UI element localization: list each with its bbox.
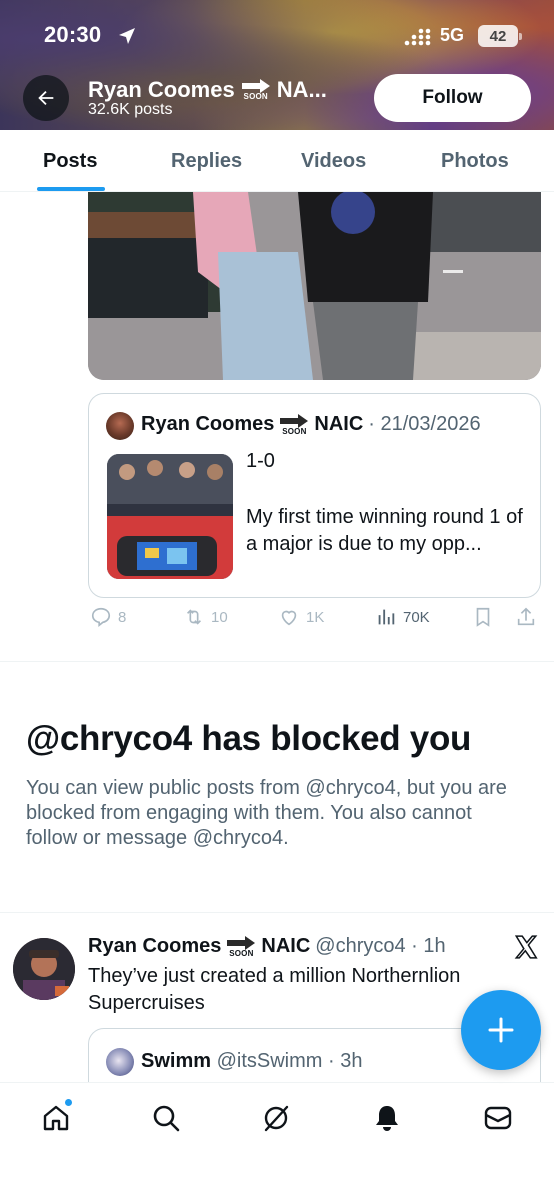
tab-replies[interactable]: Replies (171, 150, 242, 173)
share-icon (517, 607, 535, 626)
right-arrow-icon (227, 935, 256, 950)
repost-icon (186, 609, 202, 625)
post-action-bar: 8 10 1K 70K (88, 606, 541, 638)
post-handle-time: @chryco4 · 1h (315, 935, 446, 957)
blocked-title: @chryco4 has blocked you (26, 719, 472, 758)
bookmark-icon (476, 607, 490, 627)
post-count: 32.6K posts (88, 101, 173, 118)
arrow-left-icon (38, 90, 54, 106)
soon-arrow-emoji: SOON (279, 413, 309, 436)
nav-search[interactable] (149, 1101, 183, 1135)
soon-arrow-emoji: SOON (226, 935, 256, 958)
divider (0, 661, 554, 662)
nav-home[interactable] (39, 1098, 73, 1135)
avatar-illustration (13, 938, 75, 1000)
repost-count: 10 (211, 608, 228, 626)
quoted-author-suffix: NAIC (314, 413, 364, 435)
profile-name: Ryan Coomes SOON NA... (88, 77, 327, 103)
quoted-post-line1: 1-0 (246, 450, 275, 472)
quoted-post-date: · 21/03/2026 (368, 413, 481, 435)
profile-name-start: Ryan Coomes (88, 77, 235, 102)
quoted-post-thumbnail[interactable] (107, 454, 233, 579)
avatar[interactable] (106, 1048, 134, 1076)
follow-button[interactable]: Follow (374, 74, 531, 122)
reply-icon (91, 607, 111, 627)
reply-count: 8 (118, 608, 127, 626)
quoted-author-name: Ryan Coomes (141, 413, 275, 435)
view-count: 70K (403, 608, 430, 626)
profile-tabs: Posts Replies Videos Photos (0, 130, 554, 192)
tab-photos[interactable]: Photos (441, 150, 509, 173)
location-arrow-icon (119, 28, 135, 44)
quoted-post-text: My first time winning round 1 of a major… (246, 506, 523, 555)
search-icon (153, 1105, 180, 1132)
bookmark-button[interactable] (472, 606, 494, 628)
signal-icon (404, 28, 431, 46)
views-button[interactable]: 70K (375, 606, 430, 628)
nav-grok[interactable] (259, 1101, 293, 1135)
post-author-name[interactable]: Ryan Coomes (88, 935, 221, 958)
repost-button[interactable]: 10 (183, 606, 228, 628)
notifications-icon (376, 1106, 398, 1131)
heart-icon (281, 610, 297, 626)
quoted-handle-time: @itsSwimm · 3h (216, 1050, 363, 1072)
post-photo[interactable] (88, 192, 541, 380)
tab-posts[interactable]: Posts (43, 150, 97, 173)
x-logo-icon (514, 935, 538, 959)
blocked-description: You can view public posts from @chryco4,… (26, 777, 507, 849)
status-bar: 20:30 5G 42 (0, 22, 554, 52)
bottom-navigation (0, 1082, 554, 1200)
nav-messages[interactable] (481, 1101, 515, 1135)
like-count: 1K (306, 608, 325, 626)
compose-button[interactable] (461, 990, 541, 1070)
divider (0, 912, 554, 913)
post-header: Ryan Coomes SOON NAIC @chryco4 · 1h (88, 935, 446, 958)
like-button[interactable]: 1K (278, 606, 324, 628)
avatar[interactable] (106, 412, 134, 440)
reply-button[interactable]: 8 (90, 606, 126, 628)
soon-arrow-emoji: SOON (241, 79, 271, 101)
grok-icon (264, 1105, 289, 1132)
nav-notifications[interactable] (370, 1101, 404, 1135)
profile-name-end: NA... (276, 77, 327, 102)
photo-illustration (88, 192, 541, 380)
avatar[interactable] (13, 938, 75, 1000)
quoted-author-name: Swimm (141, 1050, 212, 1072)
thumbnail-illustration (107, 454, 233, 579)
tab-videos[interactable]: Videos (301, 150, 366, 173)
status-time: 20:30 (44, 22, 102, 47)
quoted-post-header: Ryan Coomes SOON NAIC · 21/03/2026 (141, 413, 481, 436)
share-button[interactable] (515, 606, 537, 628)
post-author-suffix: NAIC (261, 935, 311, 957)
battery-indicator: 42 (478, 25, 522, 47)
messages-icon (484, 1106, 512, 1130)
plus-icon (488, 1017, 514, 1043)
quoted-post-card[interactable]: Ryan Coomes SOON NAIC · 21/03/2026 1-0 M… (88, 393, 541, 598)
profile-header-banner: 20:30 5G 42 Ryan Coomes SOON NA... 32.6K… (0, 0, 554, 130)
active-tab-indicator (37, 187, 105, 191)
notification-dot (64, 1098, 73, 1107)
right-arrow-icon (241, 79, 270, 93)
views-icon (378, 609, 395, 625)
network-type: 5G (440, 25, 465, 45)
post-text: They’ve just created a million Northernl… (88, 965, 461, 1014)
quoted-post-header: Swimm @itsSwimm · 3h (141, 1050, 362, 1073)
back-button[interactable] (23, 75, 69, 121)
right-arrow-icon (280, 413, 309, 428)
